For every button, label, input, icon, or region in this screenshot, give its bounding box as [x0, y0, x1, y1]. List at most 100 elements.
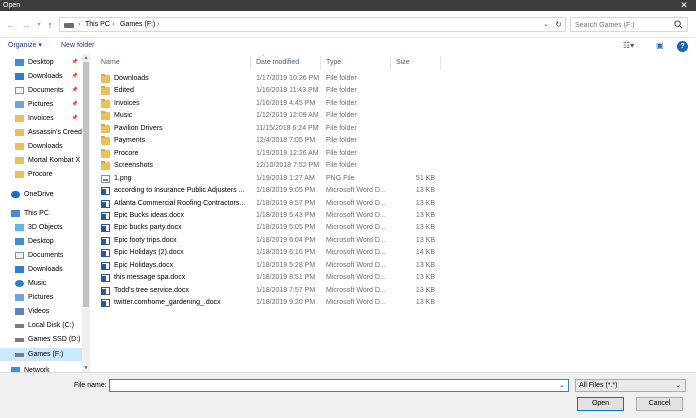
nav-item-assassin-s-creed[interactable]: Assassin's Creed: [0, 126, 82, 139]
breadcrumb-games-f[interactable]: Games (F:): [120, 20, 155, 30]
search-input[interactable]: [575, 20, 670, 30]
cell-name: Edited: [114, 87, 134, 95]
nav-item-onedrive[interactable]: OneDrive: [0, 188, 82, 201]
nav-item-desktop[interactable]: Desktop 📌: [0, 56, 82, 69]
file-type-select[interactable]: All Files (*.*) ⌄: [575, 379, 686, 392]
address-dropdown-icon[interactable]: ⌄: [543, 19, 549, 31]
nav-item-downloads[interactable]: Downloads 📌: [0, 70, 82, 83]
file-name-input[interactable]: [113, 381, 553, 391]
folder-row[interactable]: Invoices 1/16/2019 4:45 PM File folder: [98, 98, 530, 110]
column-header-date[interactable]: Date modified: [251, 56, 321, 70]
column-header-date-label: Date modified: [256, 59, 300, 66]
cell-date: 1/18/2019 8:51 PM: [256, 274, 316, 282]
title-bar: Open ✕: [0, 0, 696, 11]
file-row[interactable]: Epic Bucks ideas.docx 1/18/2019 5:43 PM Mi…: [98, 210, 530, 222]
nav-scrollbar-thumb[interactable]: [83, 62, 89, 307]
new-folder-button[interactable]: New folder: [61, 41, 94, 51]
command-bar: Organize ▾ New folder ☷▾ ▣ ?: [0, 38, 696, 54]
change-view-icon[interactable]: ☷▾: [623, 41, 634, 51]
chevron-down-icon[interactable]: ⌄: [675, 380, 681, 391]
file-row[interactable]: Epic Holidays.docx 1/18/2019 5:28 PM Micro…: [98, 260, 530, 272]
folder-row[interactable]: Screenshots 12/10/2018 7:52 PM File folder: [98, 160, 530, 172]
close-icon[interactable]: ✕: [672, 0, 696, 11]
word-document-icon: [101, 286, 110, 295]
word-document-icon: [101, 236, 110, 245]
cell-date: 1/18/2019 5:43 PM: [256, 211, 316, 219]
column-header-type[interactable]: Type: [321, 56, 391, 70]
cell-name: Atlanta Commercial Roofing Contractors..…: [114, 199, 246, 207]
file-row[interactable]: Atlanta Commercial Roofing Contractors..…: [98, 198, 530, 210]
nav-item-this-pc[interactable]: This PC: [0, 207, 82, 220]
back-arrow-icon[interactable]: ←: [5, 19, 17, 31]
bottom-panel: File name: ⌄ All Files (*.*) ⌄ Open Canc…: [0, 372, 696, 418]
file-row[interactable]: 1.png 1/19/2019 1:27 AM PNG File 51 KB: [98, 173, 530, 185]
address-bar[interactable]: › This PC › Games (F:) › ⌄ ↻: [59, 17, 566, 32]
search-icon[interactable]: [674, 20, 683, 29]
nav-item-documents[interactable]: Documents: [0, 249, 82, 262]
folder-row[interactable]: Downloads 1/17/2019 10:26 PM File folder: [98, 73, 530, 85]
scroll-down-icon[interactable]: ▼: [82, 364, 90, 372]
breadcrumb-this-pc[interactable]: This PC: [85, 20, 110, 30]
nav-item-downloads[interactable]: Downloads: [0, 263, 82, 276]
cell-date: 1/19/2019 1:27 AM: [256, 174, 315, 182]
folder-icon: [101, 161, 110, 171]
folder-row[interactable]: Music 1/12/2019 12:09 AM File folder: [98, 110, 530, 122]
file-row[interactable]: Epic Holidays (2).docx 1/18/2019 6:16 PM M…: [98, 247, 530, 259]
nav-item-pictures[interactable]: Pictures 📌: [0, 98, 82, 111]
cell-date: 1/18/2019 7:57 PM: [256, 286, 316, 294]
cell-name: Music: [114, 112, 133, 120]
refresh-icon[interactable]: ↻: [555, 19, 562, 31]
nav-item-games-ssd-d[interactable]: Games SSD (D:): [0, 333, 82, 346]
search-box[interactable]: [570, 17, 688, 32]
cancel-button[interactable]: Cancel: [636, 397, 683, 411]
folder-row[interactable]: Edited 1/16/2019 11:43 PM File folder: [98, 85, 530, 97]
file-row[interactable]: Todd's tree service.docx 1/18/2019 7:57 P…: [98, 285, 530, 297]
preview-pane-icon[interactable]: ▣: [656, 41, 664, 51]
nav-item-label: Games SSD (D:): [28, 336, 81, 343]
breadcrumb-separator-icon[interactable]: ›: [78, 20, 80, 30]
file-row[interactable]: Epic footy trips.docx 1/18/2019 6:04 PM Mi…: [98, 235, 530, 247]
forward-arrow-icon[interactable]: →: [20, 19, 32, 31]
breadcrumb-separator-icon[interactable]: ›: [157, 20, 159, 30]
drive-icon: [64, 23, 74, 28]
column-header-name[interactable]: Name: [96, 56, 251, 70]
up-arrow-icon[interactable]: ↑: [44, 19, 56, 31]
file-row[interactable]: Epic bucks party.docx 1/18/2019 5:05 PM Mi…: [98, 222, 530, 234]
nav-item-label: This PC: [24, 210, 49, 217]
file-row[interactable]: twitter.comhome_gardening_.docx 1/18/2019…: [98, 297, 530, 309]
file-row[interactable]: according to Insurance Public Adjusters …: [98, 185, 530, 197]
folder-icon: [101, 136, 110, 146]
nav-item-invoices[interactable]: Invoices 📌: [0, 112, 82, 125]
word-document-icon: [101, 211, 110, 220]
nav-item-games-f[interactable]: Games (F:): [0, 348, 82, 361]
nav-item-documents[interactable]: Documents 📌: [0, 84, 82, 97]
file-name-combobox[interactable]: ⌄: [109, 379, 569, 392]
nav-item-downloads[interactable]: Downloads: [0, 140, 82, 153]
nav-item-local-disk-c[interactable]: Local Disk (C:): [0, 319, 82, 332]
cell-size: 13 KB: [415, 224, 435, 232]
pin-icon: 📌: [71, 59, 78, 65]
nav-item-desktop[interactable]: Desktop: [0, 235, 82, 248]
open-button[interactable]: Open: [577, 397, 624, 411]
cell-name: Downloads: [114, 75, 149, 82]
chevron-down-icon[interactable]: ⌄: [559, 380, 565, 391]
nav-item-3d-objects[interactable]: 3D Objects: [0, 221, 82, 234]
nav-item-mortal-kombat-x[interactable]: Mortal Kombat X: [0, 154, 82, 167]
nav-item-pictures[interactable]: Pictures: [0, 291, 82, 304]
window-title: Open: [3, 2, 21, 9]
folder-row[interactable]: Procore 1/19/2019 12:26 AM File folder: [98, 148, 530, 160]
organize-button[interactable]: Organize ▾: [8, 41, 42, 51]
scroll-up-icon[interactable]: ▲: [82, 54, 90, 62]
breadcrumb-separator-icon[interactable]: ›: [112, 20, 114, 30]
column-header-size[interactable]: Size: [391, 56, 441, 70]
nav-item-network[interactable]: Network: [0, 364, 82, 372]
folder-row[interactable]: Payments 12/4/2018 7:05 PM File folder: [98, 135, 530, 147]
folder-row[interactable]: Pavilion Drivers 11/15/2018 6:24 PM File f…: [98, 123, 530, 135]
nav-item-procore[interactable]: Procore: [0, 168, 82, 181]
file-row[interactable]: this message spa.docx 1/18/2019 8:51 PM Mi…: [98, 272, 530, 284]
help-icon[interactable]: ?: [677, 41, 688, 52]
nav-scrollbar[interactable]: ▲ ▼: [82, 54, 90, 372]
nav-item-music[interactable]: Music: [0, 277, 82, 290]
nav-item-videos[interactable]: Videos: [0, 305, 82, 318]
cell-type: File folder: [326, 149, 357, 157]
